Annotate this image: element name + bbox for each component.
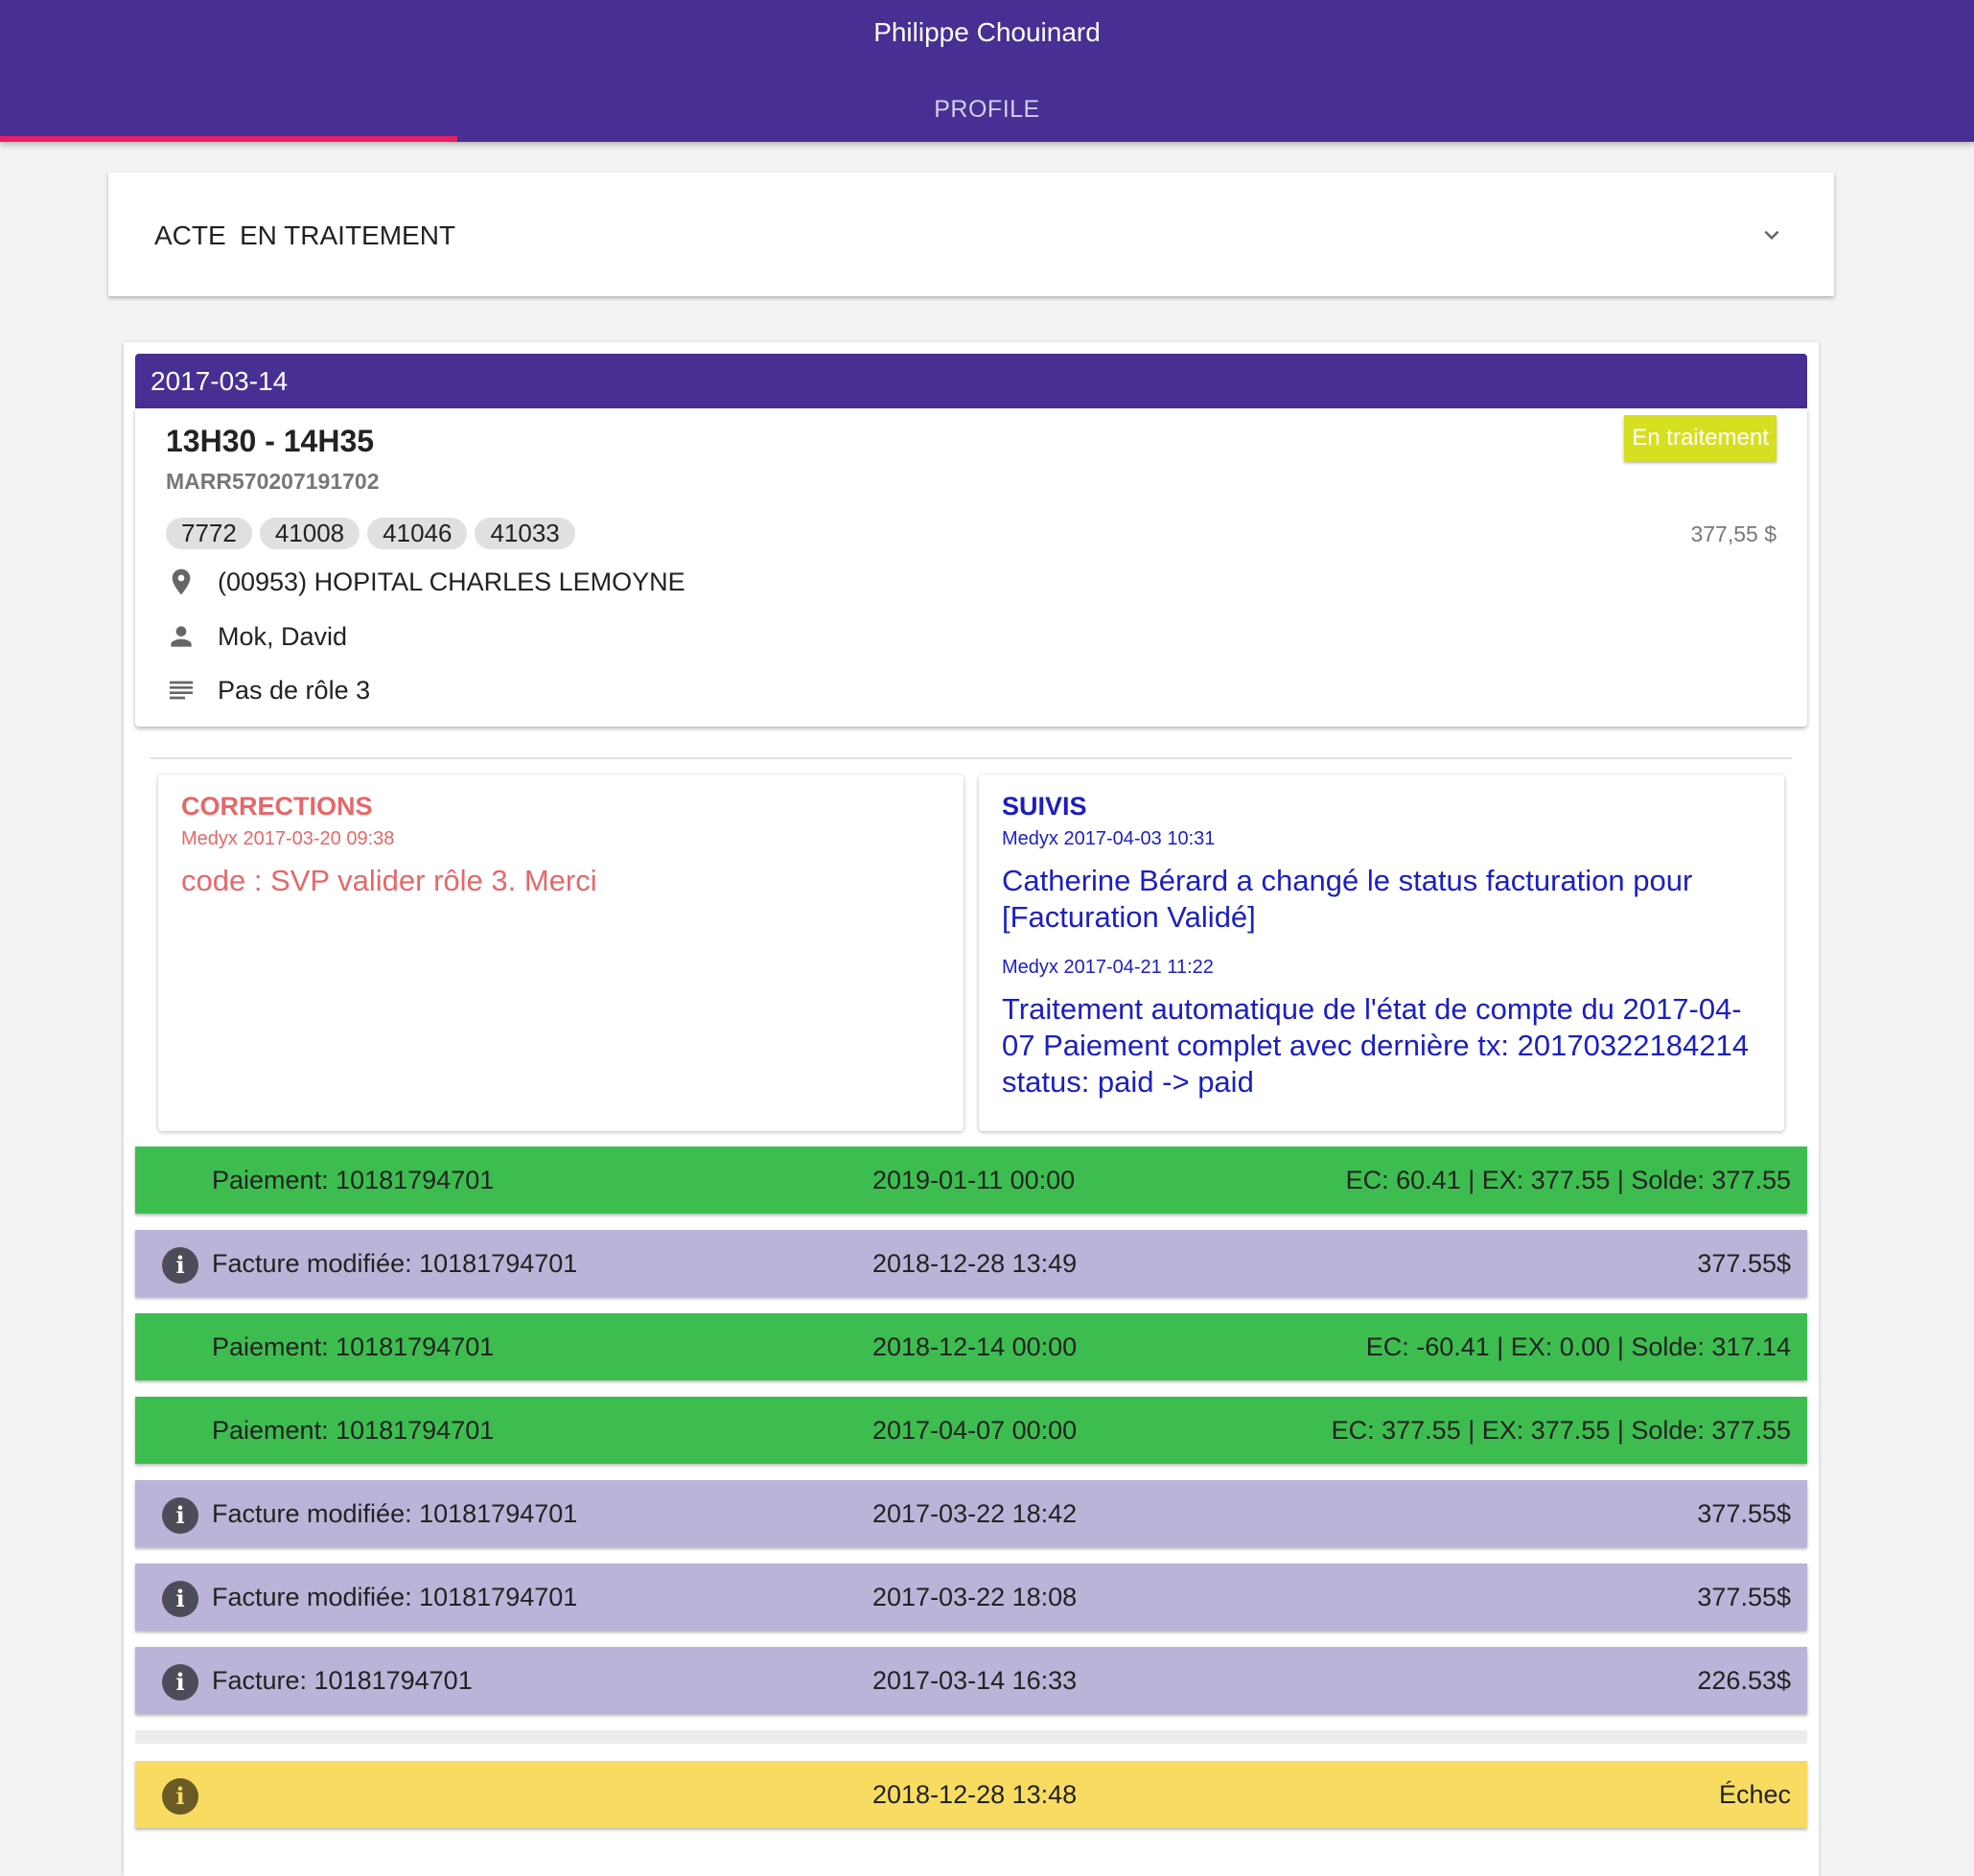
location-line: (00953) HOPITAL CHARLES LEMOYNE bbox=[166, 567, 685, 597]
status-badge: En traitement bbox=[1624, 415, 1777, 461]
tab-indicator bbox=[0, 136, 457, 142]
info-icon[interactable]: i bbox=[162, 1581, 198, 1617]
code-chip: 41046 bbox=[367, 518, 468, 549]
corrections-text: code : SVP valider rôle 3. Merci bbox=[181, 864, 597, 897]
suivi-meta: Medyx 2017-04-03 10:31 bbox=[1002, 828, 1216, 849]
transaction-label: Facture: 10181794701 bbox=[212, 1666, 473, 1695]
transaction-label: Facture modifiée: 10181794701 bbox=[212, 1499, 578, 1528]
transaction-row[interactable]: Paiement: 10181794701 2018-12-14 00:00 E… bbox=[135, 1313, 1807, 1380]
role-text: Pas de rôle 3 bbox=[218, 675, 371, 705]
transaction-value: 377.55$ bbox=[1697, 1583, 1791, 1611]
person-line: Mok, David bbox=[166, 621, 347, 652]
event-amount: 377,55 $ bbox=[1690, 521, 1777, 546]
transaction-date: 2017-04-07 00:00 bbox=[872, 1416, 1078, 1445]
transaction-label: Paiement: 10181794701 bbox=[212, 1332, 495, 1361]
transaction-value: 377.55$ bbox=[1697, 1499, 1791, 1528]
transaction-date: 2018-12-28 13:49 bbox=[872, 1249, 1078, 1278]
info-icon[interactable]: i bbox=[162, 1497, 198, 1534]
filter-status-label: EN TRAITEMENT bbox=[240, 220, 456, 250]
transaction-date: 2018-12-14 00:00 bbox=[872, 1332, 1078, 1361]
transaction-date: 2017-03-14 16:33 bbox=[872, 1666, 1078, 1695]
transaction-date: 2019-01-11 00:00 bbox=[872, 1166, 1076, 1194]
failure-row[interactable]: i 2018-12-28 13:48 Échec bbox=[135, 1761, 1807, 1828]
transaction-label: Paiement: 10181794701 bbox=[212, 1416, 495, 1445]
user-name-title: Philippe Chouinard bbox=[873, 17, 1101, 47]
transaction-label: Facture modifiée: 10181794701 bbox=[212, 1583, 578, 1611]
code-chip: 41008 bbox=[259, 518, 360, 549]
suivis-heading: SUIVIS bbox=[1002, 792, 1087, 821]
transaction-row[interactable]: Paiement: 10181794701 2019-01-11 00:00 E… bbox=[135, 1146, 1807, 1214]
filter-panel[interactable]: ACTE EN TRAITEMENT bbox=[108, 173, 1834, 296]
event-card[interactable]: 13H30 - 14H35 MARR570207191702 En traite… bbox=[135, 408, 1807, 727]
info-icon[interactable]: i bbox=[162, 1664, 198, 1701]
transaction-row[interactable]: i Facture: 10181794701 2017-03-14 16:33 … bbox=[135, 1647, 1807, 1714]
transaction-row[interactable]: Paiement: 10181794701 2017-04-07 00:00 E… bbox=[135, 1397, 1807, 1464]
transaction-label: Facture modifiée: 10181794701 bbox=[212, 1249, 578, 1278]
failure-date: 2018-12-28 13:48 bbox=[872, 1780, 1078, 1809]
section-separator bbox=[135, 1730, 1807, 1744]
role-line: Pas de rôle 3 bbox=[166, 675, 370, 706]
transaction-row[interactable]: i Facture modifiée: 10181794701 2017-03-… bbox=[135, 1480, 1807, 1547]
transaction-value: EC: -60.41 | EX: 0.00 | Solde: 317.14 bbox=[1365, 1332, 1791, 1361]
event-time: 13H30 - 14H35 bbox=[166, 424, 375, 458]
divider bbox=[151, 757, 1792, 759]
corrections-heading: CORRECTIONS bbox=[181, 792, 373, 821]
corrections-card: CORRECTIONS Medyx 2017-03-20 09:38 code … bbox=[158, 775, 964, 1131]
filter-acte-label: ACTE bbox=[154, 220, 226, 250]
transaction-date: 2017-03-22 18:42 bbox=[872, 1499, 1078, 1528]
suivi-text: Traitement automatique de l'état de comp… bbox=[1002, 992, 1749, 1099]
corrections-meta: Medyx 2017-03-20 09:38 bbox=[181, 828, 395, 849]
code-chip: 7772 bbox=[166, 518, 252, 549]
info-icon[interactable]: i bbox=[162, 1247, 198, 1284]
transaction-value: EC: 377.55 | EX: 377.55 | Solde: 377.55 bbox=[1331, 1416, 1791, 1445]
tab-profile[interactable]: PROFILE bbox=[0, 96, 1974, 124]
transaction-value: EC: 60.41 | EX: 377.55 | Solde: 377.55 bbox=[1345, 1166, 1791, 1194]
code-chips: 7772 41008 41046 41033 bbox=[166, 518, 575, 549]
location-pin-icon bbox=[172, 568, 191, 595]
chevron-down-icon[interactable] bbox=[1757, 220, 1786, 249]
transaction-value: 377.55$ bbox=[1697, 1249, 1791, 1278]
person-text: Mok, David bbox=[218, 621, 348, 651]
event-date: 2017-03-14 bbox=[151, 366, 289, 396]
person-icon bbox=[171, 626, 192, 647]
transaction-label: Paiement: 10181794701 bbox=[212, 1166, 495, 1194]
event-reference: MARR570207191702 bbox=[166, 469, 380, 494]
code-chip: 41033 bbox=[475, 518, 575, 549]
notes-icon bbox=[170, 681, 193, 700]
app-bar: Philippe Chouinard PROFILE bbox=[0, 0, 1974, 142]
transaction-row[interactable]: i Facture modifiée: 10181794701 2018-12-… bbox=[135, 1230, 1807, 1297]
suivis-card: SUIVIS Medyx 2017-04-03 10:31 Catherine … bbox=[979, 775, 1784, 1131]
suivi-text: Catherine Bérard a changé le status fact… bbox=[1002, 864, 1693, 934]
date-header: 2017-03-14 bbox=[135, 354, 1807, 408]
location-text: (00953) HOPITAL CHARLES LEMOYNE bbox=[218, 567, 685, 596]
suivi-meta: Medyx 2017-04-21 11:22 bbox=[1002, 957, 1214, 978]
transaction-value: 226.53$ bbox=[1697, 1666, 1791, 1695]
info-icon[interactable]: i bbox=[162, 1778, 198, 1815]
transaction-date: 2017-03-22 18:08 bbox=[872, 1583, 1078, 1611]
failure-status: Échec bbox=[1718, 1780, 1791, 1809]
transaction-row[interactable]: i Facture modifiée: 10181794701 2017-03-… bbox=[135, 1563, 1807, 1631]
